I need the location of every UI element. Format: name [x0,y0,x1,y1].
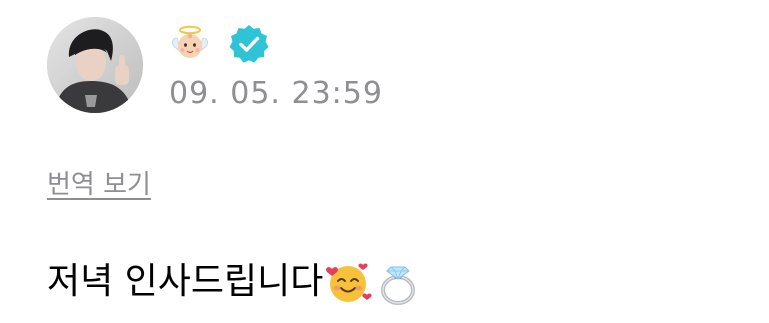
post-timestamp: 09. 05. 23:59 [169,76,383,111]
smiling-face-with-hearts-icon [326,263,372,302]
baby-angel-icon [171,25,209,58]
verified-badge-icon [229,25,269,63]
avatar[interactable] [47,17,143,113]
post-body-text: 저녁 인사드립니다 [47,261,324,302]
post-card: 09. 05. 23:59 번역 보기 저녁 인사드립니다 [0,0,769,323]
ring-icon [381,266,416,305]
author-badges [170,24,270,64]
avatar-image [47,17,143,113]
post-body: 저녁 인사드립니다 [47,252,423,312]
translate-link[interactable]: 번역 보기 [47,168,151,202]
